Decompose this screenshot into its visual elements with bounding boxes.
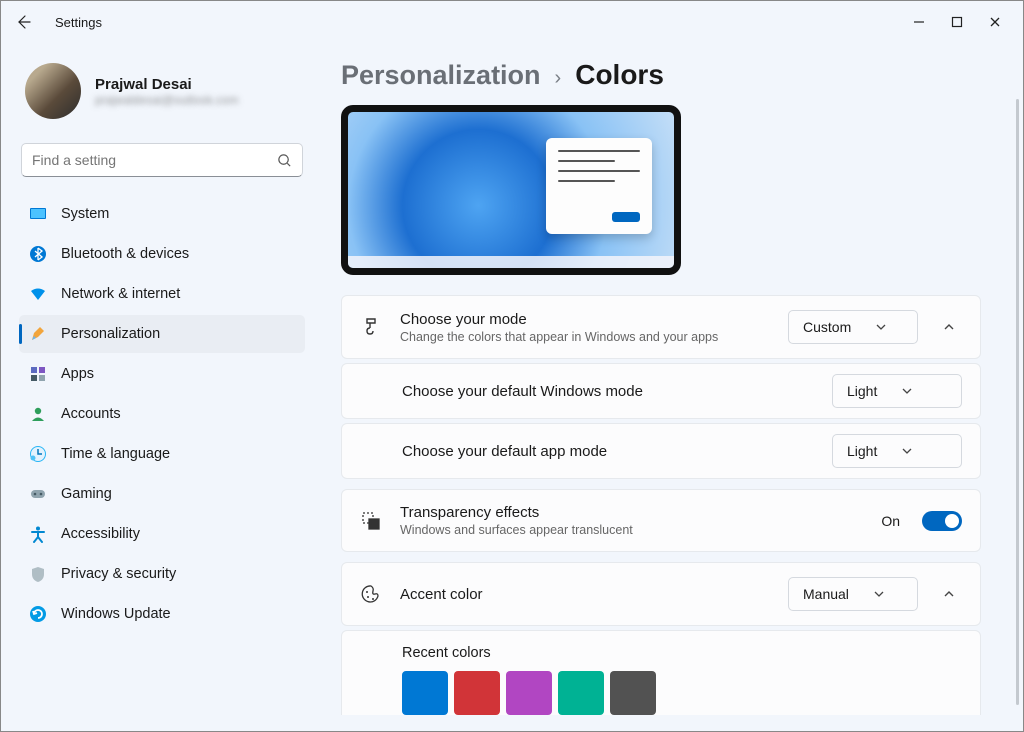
windows-mode-row: Choose your default Windows mode Light: [341, 363, 981, 419]
sidebar-item-time[interactable]: Time & language: [19, 435, 305, 473]
privacy-icon: [29, 565, 47, 583]
sidebar-item-label: System: [61, 206, 109, 222]
titlebar: Settings: [1, 1, 1023, 43]
sidebar-item-label: Personalization: [61, 326, 160, 342]
user-email: prajwaldesai@outlook.com: [95, 93, 239, 107]
accent-title: Accent color: [400, 586, 770, 603]
windows-mode-select[interactable]: Light: [832, 374, 962, 408]
transparency-toggle[interactable]: [922, 511, 962, 531]
sidebar-item-label: Network & internet: [61, 286, 180, 302]
close-button[interactable]: [987, 14, 1003, 30]
recent-colors-section: Recent colors: [341, 630, 981, 715]
accent-select[interactable]: Manual: [788, 577, 918, 611]
sidebar: Prajwal Desai prajwaldesai@outlook.com S…: [19, 59, 319, 715]
avatar: [25, 63, 81, 119]
sidebar-item-label: Gaming: [61, 486, 112, 502]
sidebar-item-network[interactable]: Network & internet: [19, 275, 305, 313]
accent-section[interactable]: Accent color Manual: [341, 562, 981, 626]
mode-select[interactable]: Custom: [788, 310, 918, 344]
search-icon: [277, 153, 292, 168]
sidebar-item-accounts[interactable]: Accounts: [19, 395, 305, 433]
system-icon: [29, 205, 47, 223]
collapse-button[interactable]: [936, 314, 962, 340]
recent-colors-label: Recent colors: [402, 645, 962, 661]
user-name: Prajwal Desai: [95, 76, 239, 93]
breadcrumb-parent[interactable]: Personalization: [341, 60, 541, 91]
sidebar-item-label: Accounts: [61, 406, 121, 422]
search-input[interactable]: [32, 152, 277, 168]
main-panel: Personalization › Colors Choose your mod…: [319, 59, 1021, 715]
mode-desc: Change the colors that appear in Windows…: [400, 330, 770, 344]
app-mode-label: Choose your default app mode: [402, 443, 814, 460]
theme-preview: [341, 105, 681, 275]
user-profile[interactable]: Prajwal Desai prajwaldesai@outlook.com: [19, 59, 305, 133]
palette-icon: [360, 583, 382, 605]
app-mode-value: Light: [847, 443, 877, 459]
breadcrumb: Personalization › Colors: [341, 59, 1011, 91]
sidebar-item-privacy[interactable]: Privacy & security: [19, 555, 305, 593]
sidebar-item-label: Windows Update: [61, 606, 171, 622]
sidebar-item-personalization[interactable]: Personalization: [19, 315, 305, 353]
sidebar-item-label: Bluetooth & devices: [61, 246, 189, 262]
sidebar-item-label: Apps: [61, 366, 94, 382]
mode-title: Choose your mode: [400, 311, 770, 328]
accent-value: Manual: [803, 586, 849, 602]
nav-list: System Bluetooth & devices Network & int…: [19, 195, 305, 633]
transparency-title: Transparency effects: [400, 504, 863, 521]
sidebar-item-label: Privacy & security: [61, 566, 176, 582]
bluetooth-icon: [29, 245, 47, 263]
sidebar-item-label: Time & language: [61, 446, 170, 462]
windows-mode-value: Light: [847, 383, 877, 399]
app-mode-select[interactable]: Light: [832, 434, 962, 468]
search-box[interactable]: [21, 143, 303, 177]
transparency-desc: Windows and surfaces appear translucent: [400, 523, 863, 537]
transparency-icon: [360, 510, 382, 532]
chevron-down-icon: [901, 385, 913, 397]
network-icon: [29, 285, 47, 303]
sidebar-item-system[interactable]: System: [19, 195, 305, 233]
brush-icon: [360, 316, 382, 338]
color-swatch[interactable]: [402, 671, 448, 715]
color-swatch[interactable]: [610, 671, 656, 715]
sidebar-item-apps[interactable]: Apps: [19, 355, 305, 393]
update-icon: [29, 605, 47, 623]
app-mode-row: Choose your default app mode Light: [341, 423, 981, 479]
windows-mode-label: Choose your default Windows mode: [402, 383, 814, 400]
mode-value: Custom: [803, 319, 851, 335]
sidebar-item-label: Accessibility: [61, 526, 140, 542]
chevron-down-icon: [875, 321, 887, 333]
preview-window: [546, 138, 652, 234]
time-icon: [29, 445, 47, 463]
sidebar-item-bluetooth[interactable]: Bluetooth & devices: [19, 235, 305, 273]
window-title: Settings: [55, 15, 102, 30]
chevron-right-icon: ›: [555, 67, 562, 90]
chevron-down-icon: [901, 445, 913, 457]
gaming-icon: [29, 485, 47, 503]
color-swatch[interactable]: [506, 671, 552, 715]
personalization-icon: [29, 325, 47, 343]
page-title: Colors: [575, 59, 664, 91]
accounts-icon: [29, 405, 47, 423]
transparency-state: On: [881, 513, 900, 529]
back-button[interactable]: [9, 14, 37, 30]
sidebar-item-accessibility[interactable]: Accessibility: [19, 515, 305, 553]
minimize-button[interactable]: [911, 14, 927, 30]
transparency-section: Transparency effects Windows and surface…: [341, 489, 981, 552]
recent-colors-list: [402, 671, 962, 715]
apps-icon: [29, 365, 47, 383]
sidebar-item-gaming[interactable]: Gaming: [19, 475, 305, 513]
collapse-button[interactable]: [936, 581, 962, 607]
chevron-down-icon: [873, 588, 885, 600]
maximize-button[interactable]: [949, 14, 965, 30]
color-swatch[interactable]: [558, 671, 604, 715]
accessibility-icon: [29, 525, 47, 543]
scrollbar[interactable]: [1016, 99, 1019, 705]
color-swatch[interactable]: [454, 671, 500, 715]
choose-mode-section[interactable]: Choose your mode Change the colors that …: [341, 295, 981, 359]
sidebar-item-update[interactable]: Windows Update: [19, 595, 305, 633]
